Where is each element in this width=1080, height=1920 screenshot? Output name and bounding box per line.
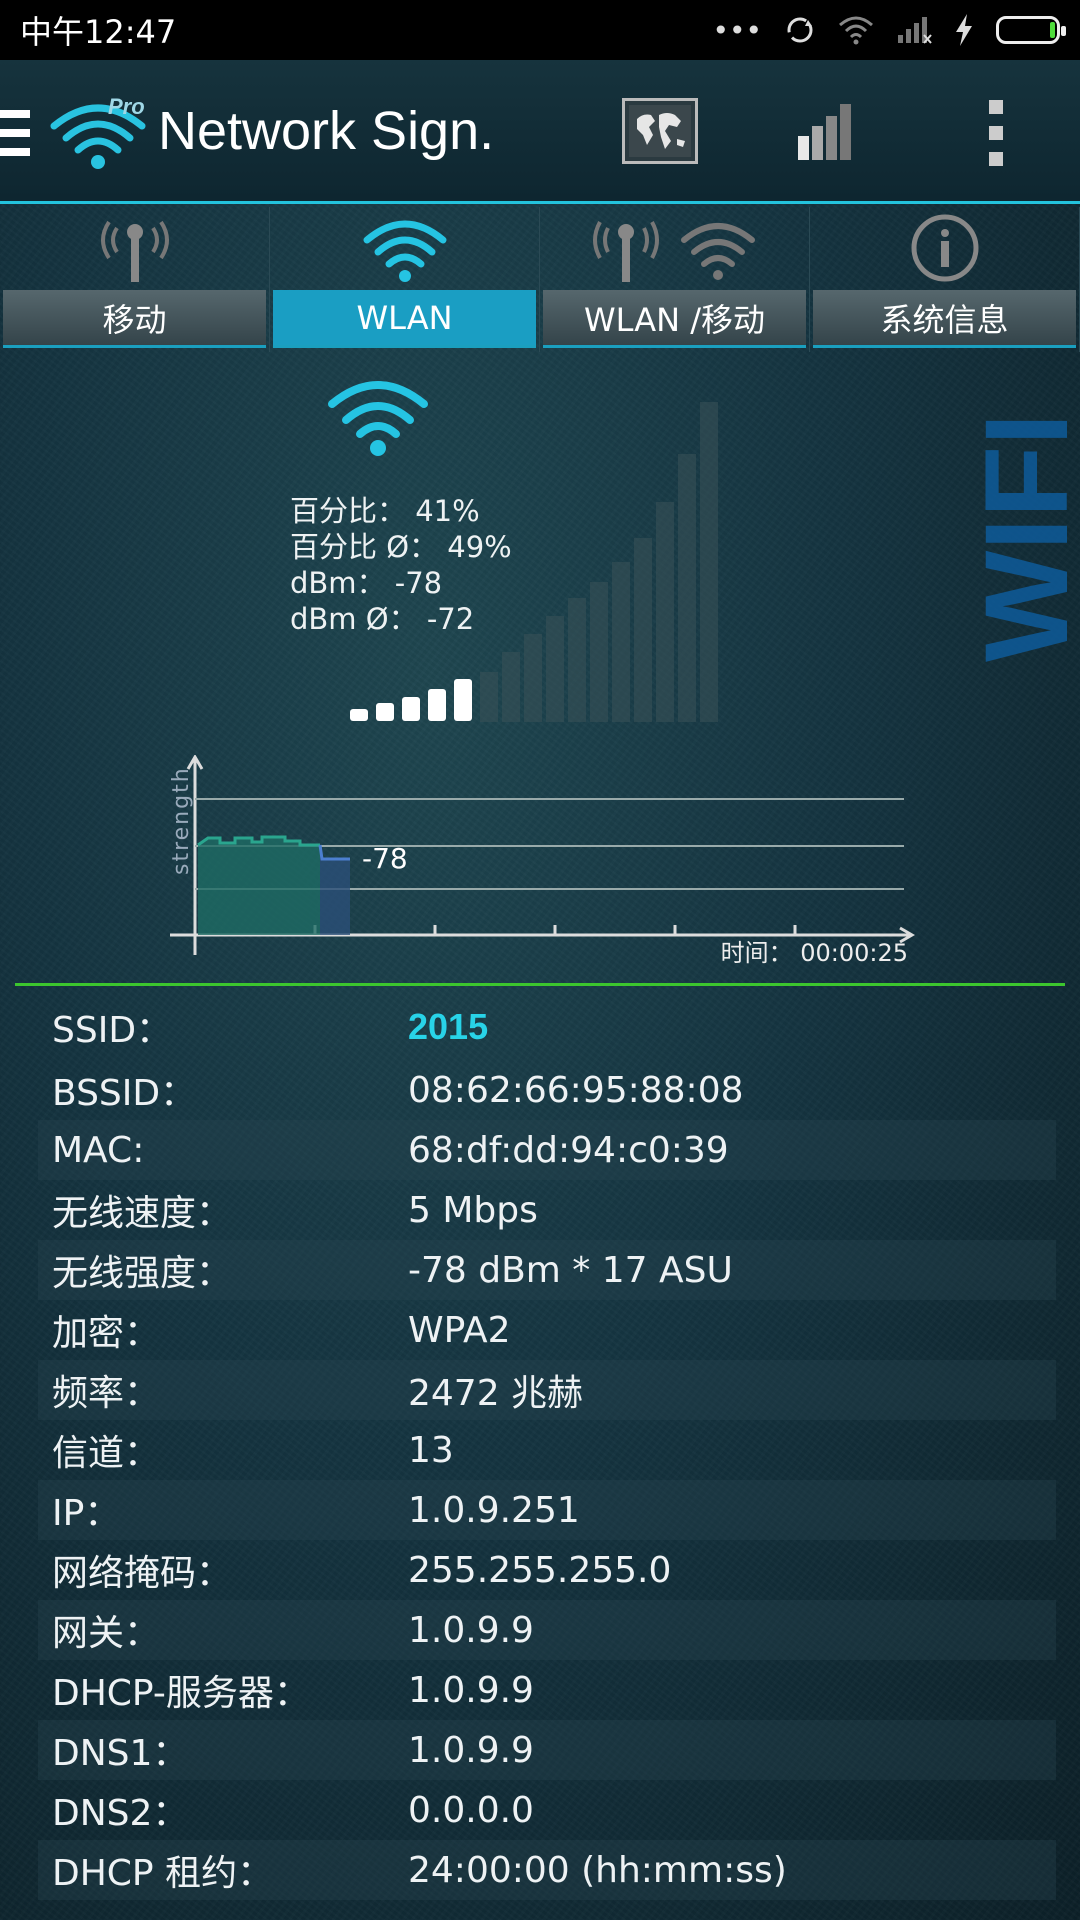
cell-signal-icon [898, 17, 932, 44]
charging-bolt-icon [956, 14, 972, 46]
info-value: 13 [408, 1429, 454, 1471]
info-key: SSID： [52, 1010, 173, 1051]
info-key: DHCP 租约： [52, 1853, 274, 1894]
signal-stats: 百分比： 41% 百分比 Ø： 49% dBm： -78 dBm Ø： -72 [290, 493, 512, 637]
info-row-dhcp-lease: DHCP 租约： 24:00:00 (hh:mm:ss) [38, 1840, 1056, 1900]
info-row-strength: 无线强度： -78 dBm * 17 ASU [38, 1240, 1056, 1300]
info-value: 1.0.9.9 [408, 1669, 534, 1711]
graph-ylabel: strength [169, 766, 194, 875]
info-row-ip: IP： 1.0.9.251 [38, 1480, 1056, 1540]
wifi-watermark: WIFI [961, 412, 1080, 662]
menu-icon[interactable] [0, 110, 30, 156]
sync-icon [787, 17, 813, 43]
info-key: BSSID： [52, 1073, 197, 1114]
tab-wlan-mobile[interactable]: WLAN /移动 [540, 207, 810, 352]
tab-mobile-label: 移动 [3, 290, 266, 348]
info-value: 255.255.255.0 [408, 1549, 672, 1591]
dbm-stat: dBm： -78 [290, 566, 443, 600]
info-value: 2472 兆赫 [408, 1373, 584, 1414]
tab-system-info[interactable]: 系统信息 [810, 207, 1080, 352]
info-row-dns1: DNS1： 1.0.9.9 [38, 1720, 1056, 1780]
map-icon [629, 105, 691, 157]
signal-bars-icon[interactable] [796, 100, 856, 162]
info-key: 网关： [52, 1613, 161, 1654]
info-row-frequency: 频率： 2472 兆赫 [38, 1360, 1056, 1420]
tab-wlan-mobile-label: WLAN /移动 [543, 290, 806, 348]
info-value: 08:62:66:95:88:08 [408, 1069, 744, 1111]
graph-time-label: 时间： 00:00:25 [721, 939, 908, 967]
overflow-menu-icon[interactable] [986, 100, 1006, 166]
pro-badge: Pro [108, 94, 145, 119]
wifi-signal-icon [328, 381, 428, 456]
info-key: 无线速度： [52, 1193, 233, 1234]
wifi-info-table: SSID： 2015 BSSID： 08:62:66:95:88:08 MAC:… [38, 994, 1056, 1900]
tab-mobile[interactable]: 移动 [0, 207, 270, 352]
graph-current-value: -78 [362, 842, 408, 875]
info-value: 1.0.9.251 [408, 1489, 580, 1531]
tab-wlan[interactable]: WLAN [270, 207, 540, 352]
status-time: 中午12:47 [20, 13, 177, 51]
info-row-dhcp-server: DHCP-服务器： 1.0.9.9 [38, 1660, 1056, 1720]
section-divider [15, 983, 1065, 986]
info-key: 加密： [52, 1313, 161, 1354]
info-icon [911, 214, 978, 282]
info-row-ssid: SSID： 2015 [38, 994, 1056, 1060]
app-title: Network Sign. [158, 101, 495, 161]
percent-stat: 百分比： 41% [290, 494, 480, 528]
tab-wlan-label: WLAN [273, 290, 536, 348]
info-key: DNS1： [52, 1733, 189, 1774]
dbm-avg-stat: dBm Ø： -72 [290, 602, 475, 636]
app-logo-icon: Pro [50, 94, 146, 169]
battery-icon [996, 16, 1066, 44]
info-row-channel: 信道： 13 [38, 1420, 1056, 1480]
wifi-icon [363, 220, 446, 282]
info-key: MAC: [52, 1129, 145, 1171]
background-signal-bars [480, 402, 718, 722]
info-row-encryption: 加密： WPA2 [38, 1300, 1056, 1360]
info-value: 68:df:dd:94:c0:39 [408, 1129, 729, 1171]
wifi-icon [839, 16, 873, 45]
info-value: 5 Mbps [408, 1189, 538, 1231]
info-key: 频率： [52, 1373, 161, 1414]
info-row-dns2: DNS2： 0.0.0.0 [38, 1780, 1056, 1840]
info-row-netmask: 网络掩码： 255.255.255.0 [38, 1540, 1056, 1600]
info-value: 0.0.0.0 [408, 1789, 534, 1831]
info-value: 1.0.9.9 [408, 1609, 534, 1651]
info-key: 网络掩码： [52, 1553, 233, 1594]
info-value: 1.0.9.9 [408, 1729, 534, 1771]
signal-strength-graph: strength -78 时间： 00:00:25 [169, 755, 915, 967]
cell-tower-icon [100, 220, 169, 282]
info-key: IP： [52, 1493, 121, 1534]
percent-avg-stat: 百分比 Ø： 49% [290, 530, 512, 564]
map-button[interactable] [622, 98, 698, 164]
info-value: 24:00:00 (hh:mm:ss) [408, 1849, 787, 1891]
info-row-bssid: BSSID： 08:62:66:95:88:08 [38, 1060, 1056, 1120]
status-bar: 中午12:47 ••• [0, 0, 1080, 60]
info-row-gateway: 网关： 1.0.9.9 [38, 1600, 1056, 1660]
info-value: WPA2 [408, 1309, 511, 1351]
app-bar: Pro Network Sign. [0, 60, 1080, 204]
info-row-mac: MAC: 68:df:dd:94:c0:39 [38, 1120, 1056, 1180]
tab-bar: 移动 WLAN WLAN /移动 系统信息 [0, 207, 1080, 352]
info-key: DHCP-服务器： [52, 1673, 310, 1714]
signal-level-bars [350, 679, 472, 721]
info-value-ssid: 2015 [408, 1006, 489, 1047]
info-key: DNS2： [52, 1793, 189, 1834]
info-row-speed: 无线速度： 5 Mbps [38, 1180, 1056, 1240]
tower-and-wifi-icon [592, 221, 755, 282]
tab-system-info-label: 系统信息 [813, 290, 1076, 348]
info-value: -78 dBm * 17 ASU [408, 1249, 733, 1291]
info-key: 无线强度： [52, 1253, 233, 1294]
info-key: 信道： [52, 1433, 161, 1474]
more-dots-icon: ••• [712, 13, 762, 47]
